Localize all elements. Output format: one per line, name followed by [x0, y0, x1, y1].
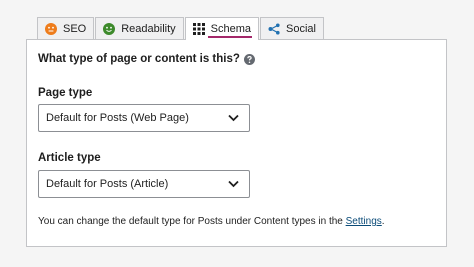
article-type-label: Article type — [38, 152, 101, 164]
chevron-down-icon — [228, 180, 239, 188]
tab-readability[interactable]: Readability — [95, 17, 184, 39]
page-type-label: Page type — [38, 87, 93, 99]
page-type-select[interactable]: Default for Posts (Web Page) — [38, 104, 250, 132]
article-type-select[interactable]: Default for Posts (Article) — [38, 170, 250, 198]
tab-social[interactable]: Social — [260, 17, 324, 39]
content-type-question: What type of page or content is this? — [38, 53, 255, 65]
page-type-value: Default for Posts (Web Page) — [46, 112, 189, 124]
note-text: You can change the default type for Post… — [38, 216, 343, 227]
note-end: . — [381, 216, 385, 227]
settings-link[interactable]: Settings — [346, 216, 382, 227]
grid-icon — [192, 23, 205, 35]
help-icon[interactable] — [243, 53, 255, 65]
share-icon — [268, 23, 280, 35]
metabox-tabs: SEO Readability Schema Social — [37, 17, 325, 40]
face-smile-icon — [103, 22, 116, 35]
chevron-down-icon — [228, 114, 239, 122]
tab-schema-label: Schema — [210, 23, 252, 35]
settings-note: You can change the default type for Post… — [38, 216, 385, 227]
tab-seo[interactable]: SEO — [37, 17, 95, 39]
tab-seo-label: SEO — [63, 22, 87, 35]
tab-schema[interactable]: Schema — [184, 17, 260, 40]
tab-social-label: Social — [286, 22, 316, 35]
face-neutral-icon — [45, 22, 57, 35]
tab-readability-label: Readability — [121, 22, 176, 35]
question-text: What type of page or content is this? — [38, 53, 240, 65]
schema-panel: What type of page or content is this? Pa… — [26, 39, 447, 247]
article-type-value: Default for Posts (Article) — [46, 178, 169, 190]
